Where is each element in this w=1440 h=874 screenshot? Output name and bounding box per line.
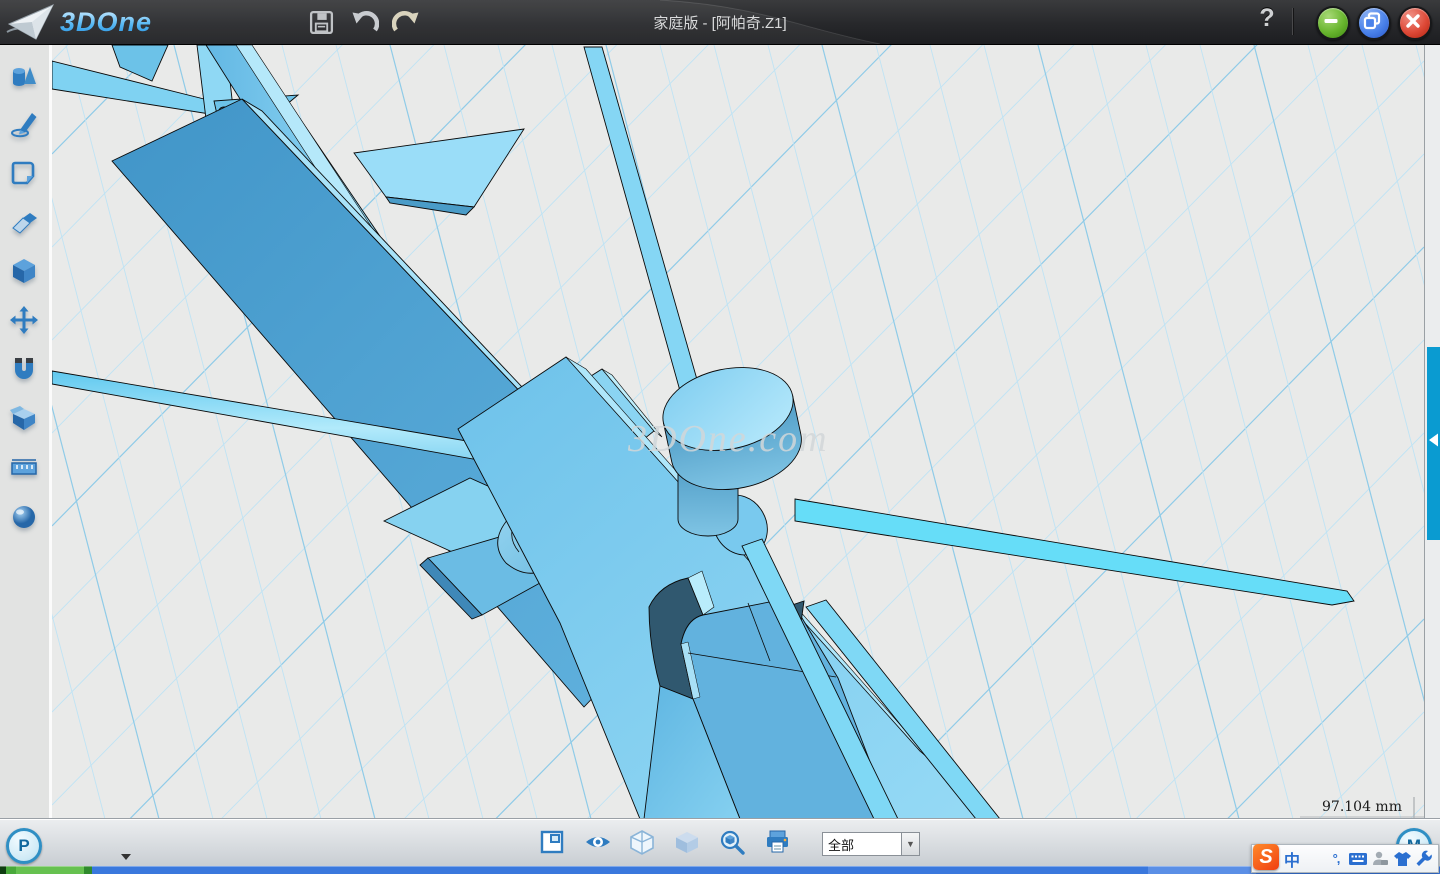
- measurement-readout: 97.104 mm: [1322, 799, 1402, 815]
- restore-button[interactable]: [1357, 6, 1391, 40]
- display-filter-dropdown[interactable]: 全部 ▼: [822, 832, 920, 856]
- tool-sidebar: [0, 45, 52, 818]
- minimize-button[interactable]: [1316, 6, 1350, 40]
- solids-icon: [9, 62, 39, 92]
- ime-fullhalf-toggle[interactable]: [1303, 847, 1325, 871]
- ime-settings-button[interactable]: [1413, 847, 1435, 871]
- wrench-icon: [1415, 850, 1433, 868]
- plane-outline-icon: [9, 158, 39, 188]
- keyboard-icon: [1348, 851, 1368, 867]
- redo-button[interactable]: [391, 7, 421, 37]
- save-button[interactable]: [306, 7, 336, 37]
- os-taskbar-edge: [0, 866, 1440, 874]
- printer-icon: [764, 829, 791, 855]
- display-filter-value[interactable]: 全部: [822, 832, 902, 856]
- move-arrows-icon: [9, 305, 39, 335]
- magnet-icon: [9, 354, 39, 384]
- ime-punctuation-toggle[interactable]: °,: [1325, 847, 1347, 871]
- window-title: 家庭版 - [阿帕奇.Z1]: [653, 12, 786, 33]
- wireframe-display-button[interactable]: [629, 829, 657, 857]
- sogou-logo[interactable]: S: [1253, 844, 1279, 870]
- view-plane-button[interactable]: [539, 829, 567, 857]
- sidebar-tool-sketch-plane[interactable]: [9, 158, 41, 190]
- pencil-icon: [9, 109, 39, 139]
- shaded-cube-icon: [674, 829, 700, 855]
- ime-dictionary-button[interactable]: [1369, 847, 1391, 871]
- main-rotor-blade-right: [795, 499, 1354, 605]
- undo-button[interactable]: [350, 7, 380, 37]
- app-logo: 3DOne: [6, 2, 152, 42]
- view-plane-icon: [539, 829, 565, 855]
- sidebar-tool-primitive-solids[interactable]: [9, 62, 41, 94]
- scene: 3DOne.com 97.104 mm: [52, 45, 1424, 818]
- brand-text: 3DOne: [60, 7, 152, 38]
- restore-icon: [1359, 8, 1385, 34]
- sidebar-tool-sketch-draw[interactable]: [9, 109, 41, 141]
- undo-icon: [351, 8, 379, 36]
- 3done-window: 3DOne 家庭版 - [阿帕奇.Z1] ?: [0, 0, 1440, 874]
- ime-language-toggle[interactable]: 中: [1281, 847, 1303, 871]
- sidebar-tool-magnet-constraint[interactable]: [9, 354, 41, 386]
- wireframe-cube-icon: [629, 829, 655, 855]
- sphere-icon: [9, 501, 39, 531]
- titlebar: 3DOne 家庭版 - [阿帕奇.Z1] ?: [0, 0, 1440, 45]
- close-button[interactable]: [1398, 6, 1432, 40]
- zoom-magnifier-icon: [719, 829, 746, 856]
- tshirt-icon: [1393, 850, 1412, 868]
- save-icon: [308, 9, 335, 36]
- statusbar: P: [0, 818, 1440, 867]
- paper-plane-icon: [6, 2, 56, 42]
- moon-icon: [1305, 850, 1323, 868]
- print-button[interactable]: [764, 829, 792, 857]
- cube-icon: [9, 256, 39, 286]
- watermark: 3DOne.com: [627, 418, 829, 460]
- sidebar-tool-measure-ruler[interactable]: [9, 452, 41, 484]
- eraser-icon: [9, 207, 39, 237]
- help-button[interactable]: ?: [1252, 4, 1282, 38]
- eye-icon: [584, 829, 612, 855]
- statusbar-caret[interactable]: [121, 854, 131, 860]
- sidebar-tool-feature-cube[interactable]: [9, 256, 41, 288]
- ime-skin-button[interactable]: [1391, 847, 1413, 871]
- expand-left-icon: [1428, 432, 1439, 448]
- sidebar-tool-combine-box[interactable]: [9, 403, 41, 435]
- open-box-icon: [9, 403, 39, 433]
- zoom-view-button[interactable]: [719, 829, 747, 857]
- sidebar-tool-move-transform[interactable]: [9, 305, 41, 337]
- redo-icon: [392, 8, 420, 36]
- panel-expand-tab[interactable]: [1427, 347, 1440, 540]
- viewport-canvas[interactable]: 3DOne.com 97.104 mm: [52, 45, 1424, 818]
- sidebar-tool-material-sphere[interactable]: [9, 501, 41, 533]
- close-icon: [1400, 8, 1426, 34]
- titlebar-divider: [1292, 8, 1294, 35]
- minimize-icon: [1318, 8, 1344, 34]
- sidebar-tool-eraser-edit[interactable]: [9, 207, 41, 239]
- visibility-button[interactable]: [584, 829, 612, 857]
- ime-keyboard-button[interactable]: [1347, 847, 1369, 871]
- properties-button[interactable]: P: [6, 828, 42, 864]
- dropdown-arrow-icon[interactable]: ▼: [902, 832, 920, 856]
- shaded-display-button[interactable]: [674, 829, 702, 857]
- ruler-icon: [9, 452, 39, 482]
- ime-toolbar: S 中 °,: [1251, 844, 1439, 873]
- person-icon: [1371, 850, 1389, 868]
